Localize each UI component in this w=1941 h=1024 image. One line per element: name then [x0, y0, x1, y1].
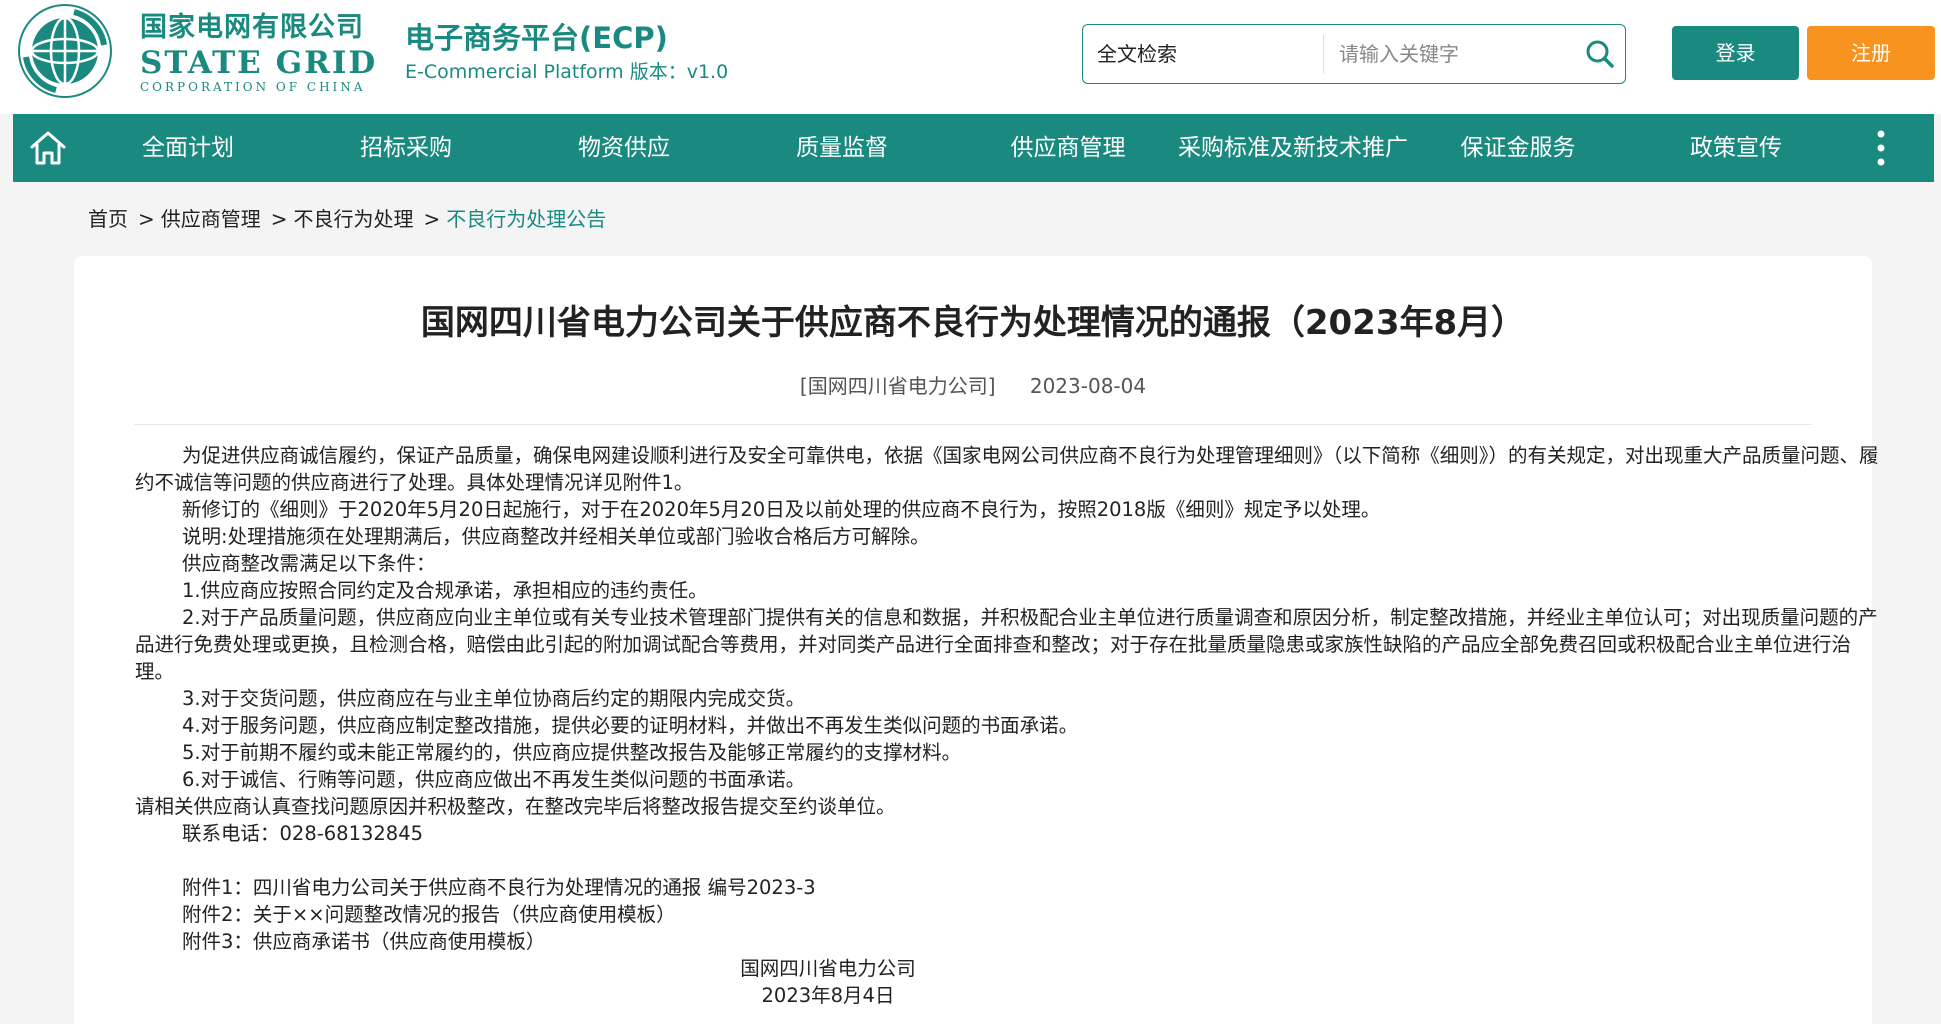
condition-item: 3.对于交货问题，供应商应在与业主单位协商后约定的期限内完成交货。 [182, 687, 806, 710]
condition-item: 1.供应商应按照合同约定及合规承诺，承担相应的违约责任。 [182, 579, 708, 602]
home-icon [30, 131, 66, 165]
paragraph: 供应商整改需满足以下条件： [182, 552, 436, 575]
search-scope-select[interactable]: 全文检索 [1097, 25, 1177, 83]
platform-subtitle: E-Commercial Platform 版本：v1.0 [405, 61, 729, 83]
main-nav: 全面计划 招标采购 物资供应 质量监督 供应商管理 采购标准及新技术推广 保证金… [13, 114, 1934, 182]
more-vertical-icon [1877, 130, 1885, 166]
condition-item: 6.对于诚信、行贿等问题，供应商应做出不再发生类似问题的书面承诺。 [182, 768, 806, 791]
breadcrumb-current: 不良行为处理公告 [446, 207, 607, 231]
platform-title: 电子商务平台(ECP) [405, 21, 668, 55]
attachment-link[interactable]: 附件3：供应商承诺书（供应商使用模板） [135, 928, 1879, 955]
nav-item-tendering[interactable]: 招标采购 [331, 114, 481, 182]
logo-chinese-name: 国家电网有限公司 [140, 12, 364, 43]
article-card: 国网四川省电力公司关于供应商不良行为处理情况的通报（2023年8月） [国网四川… [74, 256, 1879, 1024]
title-divider [134, 424, 1812, 425]
state-grid-logo[interactable] [16, 2, 114, 100]
article-title: 国网四川省电力公司关于供应商不良行为处理情况的通报（2023年8月） [420, 303, 1526, 343]
attachment-link[interactable]: 附件1：四川省电力公司关于供应商不良行为处理情况的通报 编号2023-3 [135, 874, 1879, 901]
breadcrumb-supplier-management[interactable]: 供应商管理 [161, 204, 261, 234]
home-button[interactable] [27, 127, 69, 169]
more-menu-button[interactable] [1875, 128, 1887, 168]
signature-date: 2023年8月4日 [761, 984, 895, 1007]
closing-paragraph: 请相关供应商认真查找问题原因并积极整改，在整改完毕后将整改报告提交至约谈单位。 [135, 795, 896, 818]
paragraph: 说明:处理措施须在处理期满后，供应商整改并经相关单位或部门验收合格后方可解除。 [182, 525, 930, 548]
condition-item: 5.对于前期不履约或未能正常履约的，供应商应提供整改报告及能够正常履约的支撑材料… [182, 741, 962, 764]
breadcrumb-separator: > [138, 207, 155, 231]
article-source: [国网四川省电力公司] [799, 374, 996, 398]
nav-item-material-supply[interactable]: 物资供应 [549, 114, 699, 182]
logo-text: 国家电网有限公司 STATE GRID CORPORATION OF CHINA [140, 12, 380, 94]
register-button[interactable]: 注册 [1807, 26, 1935, 80]
paragraph: 新修订的《细则》于2020年5月20日起施行，对于在2020年5月20日及以前处… [182, 498, 1381, 521]
nav-item-deposit-service[interactable]: 保证金服务 [1443, 114, 1593, 182]
nav-item-policy-publicity[interactable]: 政策宣传 [1661, 114, 1811, 182]
breadcrumb-bad-behavior[interactable]: 不良行为处理 [294, 204, 414, 234]
contact-phone: 联系电话：028-68132845 [182, 822, 424, 845]
attachment-link[interactable]: 附件2：关于××问题整改情况的报告（供应商使用模板） [135, 901, 1879, 928]
search-box: 全文检索 [1082, 24, 1626, 84]
breadcrumb: 首页 > 供应商管理 > 不良行为处理 > 不良行为处理公告 [88, 204, 606, 234]
nav-item-overall-plan[interactable]: 全面计划 [113, 114, 263, 182]
article-date: 2023-08-04 [1029, 374, 1147, 398]
logo-english-name: STATE GRID [140, 45, 378, 81]
nav-item-quality-supervision[interactable]: 质量监督 [767, 114, 917, 182]
nav-item-procurement-standards[interactable]: 采购标准及新技术推广 [1163, 114, 1423, 182]
search-divider [1323, 35, 1324, 73]
logo-english-subname: CORPORATION OF CHINA [140, 80, 366, 94]
paragraph: 为促进供应商诚信履约，保证产品质量，确保电网建设顺利进行及安全可靠供电，依据《国… [135, 444, 1879, 494]
header: 国家电网有限公司 STATE GRID CORPORATION OF CHINA… [0, 0, 1941, 114]
breadcrumb-home[interactable]: 首页 [88, 204, 128, 234]
breadcrumb-separator: > [423, 207, 441, 231]
search-input[interactable] [1339, 33, 1569, 75]
search-button[interactable] [1583, 37, 1617, 71]
breadcrumb-separator: > [270, 207, 288, 231]
login-button[interactable]: 登录 [1672, 26, 1799, 80]
article-body: 为促进供应商诚信履约，保证产品质量，确保电网建设顺利进行及安全可靠供电，依据《国… [135, 442, 1879, 1009]
search-icon [1586, 40, 1614, 68]
nav-item-supplier-management[interactable]: 供应商管理 [988, 114, 1148, 182]
condition-item: 4.对于服务问题，供应商应制定整改措施，提供必要的证明材料，并做出不再发生类似问… [182, 714, 1079, 737]
signature-org: 国网四川省电力公司 [740, 957, 916, 980]
condition-item: 2.对于产品质量问题，供应商应向业主单位或有关专业技术管理部门提供有关的信息和数… [135, 606, 1878, 683]
article-meta: [国网四川省电力公司] 2023-08-04 [74, 372, 1872, 400]
